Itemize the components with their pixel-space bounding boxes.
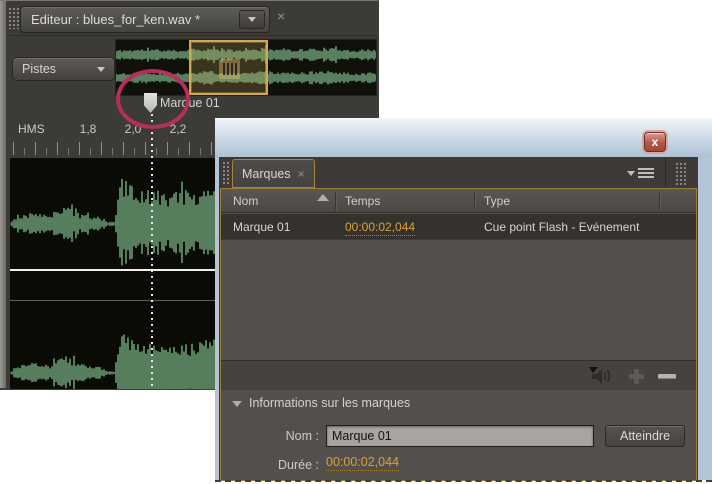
ruler-unit-label: HMS [18, 122, 45, 136]
table-row[interactable]: Marque 01 00:00:02,044 Cue point Flash -… [221, 214, 696, 240]
panel-menu-button[interactable] [627, 168, 654, 178]
column-divider[interactable] [474, 192, 475, 210]
divider [6, 35, 377, 36]
marker-type-cell: Cue point Flash - Evénement [484, 220, 640, 234]
info-section-header[interactable]: Informations sur les marques [221, 392, 696, 416]
tab-close-icon[interactable]: × [277, 9, 285, 23]
overview-selection-box[interactable] [189, 40, 268, 95]
duration-value[interactable]: 00:00:02,044 [326, 455, 399, 471]
marker-time-cell[interactable]: 00:00:02,044 [345, 220, 416, 236]
markers-panel: Marques × Nom Temps Type Marque 01 00:00… [219, 157, 698, 481]
goto-button[interactable]: Atteindre [605, 425, 685, 447]
markers-window: x Marques × Nom Temps Type Marque 01 00:… [215, 118, 712, 481]
menu-icon [638, 168, 654, 178]
tab-close-icon[interactable]: × [298, 167, 305, 181]
info-section-title: Informations sur les marques [249, 396, 411, 410]
chevron-down-icon [248, 17, 256, 22]
column-divider[interactable] [659, 192, 660, 210]
preview-audio-icon[interactable] [588, 366, 612, 390]
chevron-down-icon [97, 66, 105, 72]
selection-grip-icon[interactable] [219, 59, 240, 79]
divider [665, 159, 666, 187]
tab-dropdown-button[interactable] [239, 10, 265, 29]
annotation-circle [116, 69, 190, 129]
drag-handle-icon[interactable] [675, 162, 686, 185]
name-field-label: Nom : [285, 429, 319, 443]
tracks-dropdown-button[interactable]: Pistes [12, 57, 115, 81]
playhead-indicator [151, 114, 153, 389]
tab-marques[interactable]: Marques × [232, 159, 315, 188]
ruler-ticks[interactable] [24, 148, 220, 155]
duration-field-label: Durée : [278, 458, 319, 472]
editor-tab-title: Editeur : blues_for_ken.wav * [31, 12, 201, 27]
column-header-type[interactable]: Type [484, 194, 510, 208]
marker-name-cell: Marque 01 [233, 220, 291, 234]
column-header-temps[interactable]: Temps [345, 194, 380, 208]
remove-marker-icon[interactable] [658, 374, 676, 379]
marker-name-input[interactable] [326, 425, 594, 447]
sort-ascending-icon[interactable] [317, 194, 329, 201]
drag-handle-icon[interactable] [8, 7, 19, 29]
ruler-tick-label: 1,8 [79, 122, 97, 136]
add-marker-icon[interactable] [629, 369, 644, 384]
tab-marques-label: Marques [242, 166, 291, 181]
window-close-button[interactable]: x [644, 132, 666, 152]
collapse-triangle-icon [232, 401, 242, 407]
markers-panel-content: Nom Temps Type Marque 01 00:00:02,044 Cu… [220, 188, 697, 481]
column-header-nom[interactable]: Nom [233, 194, 258, 208]
chevron-down-icon [627, 170, 635, 176]
table-header: Nom Temps Type [221, 189, 696, 213]
column-divider[interactable] [335, 192, 336, 210]
crop-edge [215, 480, 712, 482]
window-titlebar[interactable] [215, 119, 712, 157]
screen: Editeur : blues_for_ken.wav * × Pistes M… [0, 0, 712, 484]
tracks-dropdown-label: Pistes [22, 62, 57, 76]
drag-handle-icon[interactable] [222, 161, 231, 184]
markers-toolbar [221, 360, 696, 390]
window-edge [0, 1, 6, 388]
editor-file-tab[interactable]: Editeur : blues_for_ken.wav * [20, 6, 270, 33]
